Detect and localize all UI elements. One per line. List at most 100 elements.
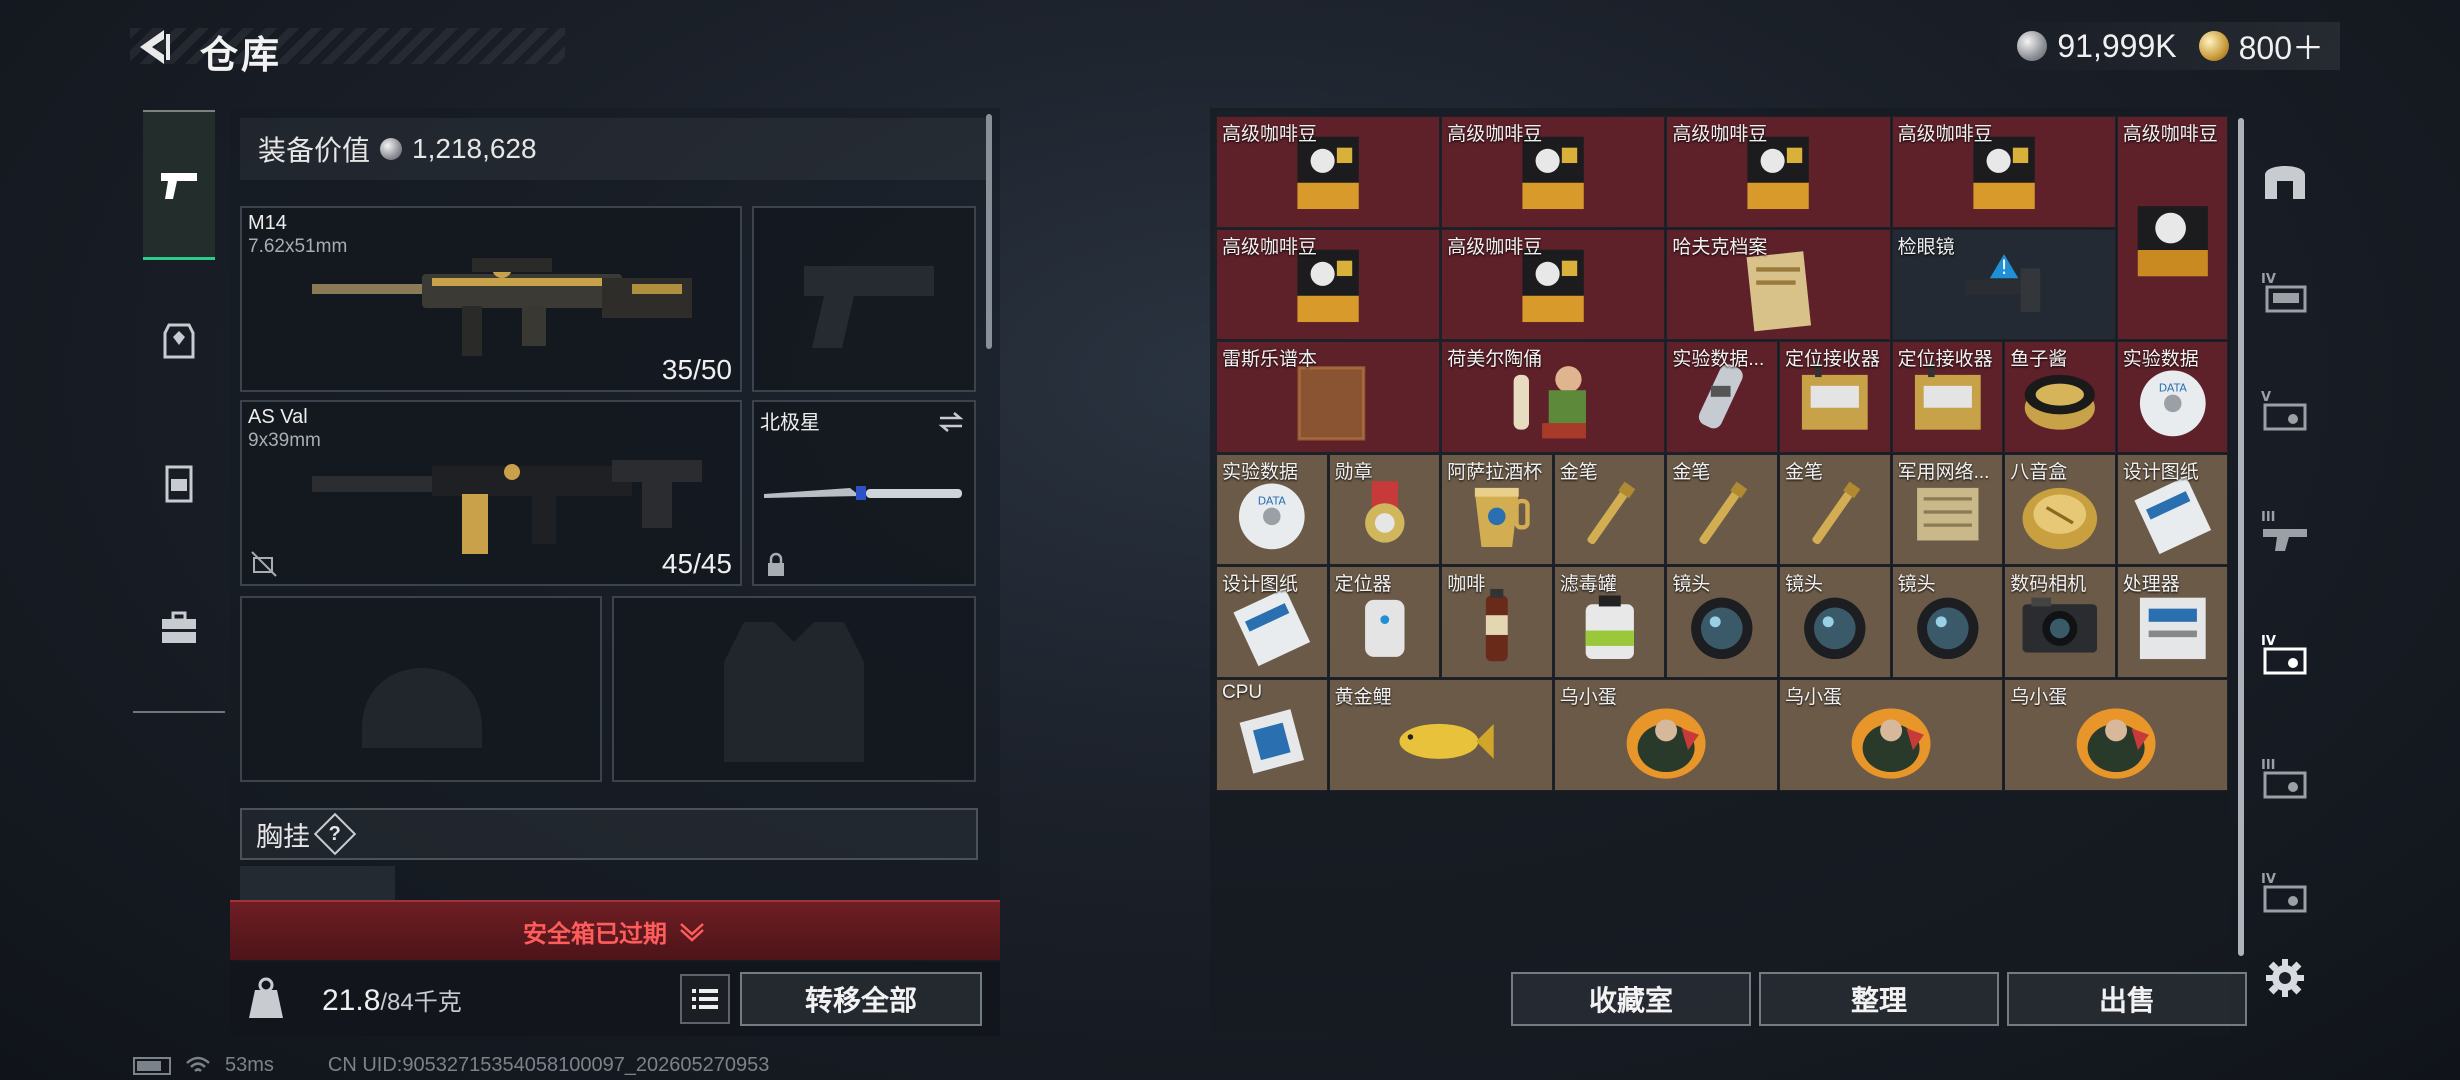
stash-item[interactable]: 金笔: [1666, 453, 1778, 566]
filter-card-iv-active[interactable]: IV: [2255, 624, 2315, 684]
stash-item[interactable]: 乌小蛋: [1553, 679, 1778, 791]
no-attachment-icon: [251, 551, 277, 577]
filter-case-iv[interactable]: IV: [2255, 262, 2315, 322]
filter-key-v[interactable]: V: [2255, 380, 2315, 440]
stash-item[interactable]: 金笔: [1553, 453, 1666, 566]
stash-item-label: CPU: [1222, 682, 1263, 703]
briefcase-icon: [162, 611, 196, 643]
gear-icon: [2266, 959, 2304, 997]
stash-item[interactable]: 雷斯乐谱本: [1216, 341, 1441, 453]
stash-item[interactable]: 镜头: [1779, 566, 1891, 678]
sidearm-slot[interactable]: [752, 206, 976, 392]
stash-item-label: 定位接收器: [1897, 349, 1993, 371]
tab-rig[interactable]: [143, 448, 215, 520]
helmet-slot[interactable]: [240, 596, 602, 782]
stash-item[interactable]: 设计图纸: [1216, 566, 1328, 678]
tab-weapons[interactable]: [143, 110, 215, 260]
stash-item[interactable]: 设计图纸: [2116, 453, 2229, 566]
stash-item[interactable]: DATA 实验数据: [1216, 453, 1328, 566]
stash-item[interactable]: 荷美尔陶俑: [1441, 341, 1666, 453]
stash-item[interactable]: 军用网络...: [1891, 453, 2004, 566]
sell-button[interactable]: 出售: [2007, 972, 2247, 1026]
stash-item[interactable]: 高级咖啡豆: [1441, 228, 1666, 341]
stash-item[interactable]: 阿萨拉酒杯: [1441, 453, 1553, 566]
weapon-ammo: 35/50: [661, 354, 732, 385]
silver-amount: 91,999K: [2057, 27, 2177, 64]
svg-text:!: !: [2000, 255, 2008, 278]
weapon-caliber: 9x39mm: [248, 430, 321, 451]
card-v-icon: V: [2261, 390, 2307, 431]
filter-weapon-iii[interactable]: III: [2255, 500, 2315, 560]
gun-iii-icon: III: [2261, 510, 2307, 551]
silver-currency[interactable]: 91,999K: [2017, 27, 2177, 65]
panel-scrollbar[interactable]: [986, 114, 992, 349]
stash-item[interactable]: 鱼子酱: [2004, 341, 2116, 453]
safe-box-expired-bar[interactable]: 安全箱已过期: [230, 900, 1000, 960]
storage-icon: [2265, 166, 2305, 199]
equipment-category-sidebar: [133, 108, 225, 713]
stash-item[interactable]: 滤毒罐: [1553, 566, 1666, 678]
stash-item[interactable]: 镜头: [1666, 566, 1778, 678]
stash-item[interactable]: 高级咖啡豆: [1441, 116, 1666, 228]
stash-scrollbar[interactable]: [2238, 118, 2244, 956]
rifle-asval-icon: [312, 460, 702, 554]
stash-item[interactable]: 哈夫克档案: [1666, 228, 1891, 341]
back-arrow-icon[interactable]: [130, 22, 180, 72]
card-iii-icon: III: [2261, 758, 2307, 799]
stash-item[interactable]: ! 检眼镜: [1891, 228, 2116, 341]
list-view-button[interactable]: [680, 974, 730, 1024]
svg-text:IV: IV: [2261, 272, 2276, 287]
stash-item-label: 数码相机: [2010, 574, 2087, 596]
tab-case[interactable]: [143, 592, 215, 664]
stash-item[interactable]: 定位接收器: [1891, 341, 2004, 453]
stash-item[interactable]: 乌小蛋: [1779, 679, 2004, 791]
stash-item[interactable]: 高级咖啡豆: [1216, 116, 1441, 228]
stash-item[interactable]: 数码相机: [2004, 566, 2116, 678]
stash-item-label: 镜头: [1672, 574, 1711, 596]
melee-slot[interactable]: 北极星: [752, 400, 976, 586]
stash-item[interactable]: 定位器: [1328, 566, 1441, 678]
filter-card-iii[interactable]: III: [2255, 748, 2315, 808]
settings-button[interactable]: [2255, 948, 2315, 1008]
coffee-bag-tall-icon: [2137, 206, 2208, 277]
stash-item-label: 八音盒: [2010, 461, 2068, 483]
stash-item[interactable]: 实验数据...: [1666, 341, 1778, 453]
secondary-weapon-slot[interactable]: AS Val 9x39mm 45/45: [240, 400, 742, 586]
stash-item[interactable]: 八音盒: [2004, 453, 2116, 566]
stash-item-label: 军用网络...: [1897, 461, 1990, 483]
filter-card-iv-b[interactable]: IV: [2255, 862, 2315, 922]
stash-item[interactable]: 高级咖啡豆: [1666, 116, 1891, 228]
collection-room-button[interactable]: 收藏室: [1511, 972, 1751, 1026]
stash-item[interactable]: 勋章: [1328, 453, 1441, 566]
organize-button[interactable]: 整理: [1759, 972, 1999, 1026]
stash-item[interactable]: 处理器: [2116, 566, 2229, 678]
stash-item[interactable]: 定位接收器: [1779, 341, 1891, 453]
help-icon[interactable]: ?: [313, 812, 357, 856]
swap-icon[interactable]: [936, 410, 966, 434]
gold-currency[interactable]: 800＋: [2198, 23, 2324, 69]
stash-item[interactable]: 高级咖啡豆: [2116, 116, 2229, 341]
stash-item[interactable]: 咖啡: [1441, 566, 1553, 678]
filter-all-storage[interactable]: [2255, 150, 2315, 210]
stash-item[interactable]: 金笔: [1779, 453, 1891, 566]
stash-item[interactable]: 高级咖啡豆: [1891, 116, 2116, 228]
stash-item[interactable]: 乌小蛋: [2004, 679, 2229, 791]
stash-item-label: 镜头: [1897, 574, 1936, 596]
primary-weapon-slot[interactable]: M14 7.62x51mm 35/50: [240, 206, 742, 392]
armor-slot[interactable]: [612, 596, 976, 782]
tab-armor[interactable]: [143, 304, 215, 376]
stash-item-label: 鱼子酱: [2010, 349, 2068, 371]
weapon-name: AS Val: [248, 406, 308, 428]
svg-text:DATA: DATA: [1258, 494, 1287, 507]
stash-item[interactable]: CPU: [1216, 679, 1328, 791]
chest-rig-slot[interactable]: [240, 866, 395, 902]
weight-icon: [245, 976, 287, 1022]
safe-box-status: 安全箱已过期: [523, 920, 667, 948]
stash-item[interactable]: 黄金鲤: [1328, 679, 1553, 791]
stash-item[interactable]: 镜头: [1891, 566, 2004, 678]
vest-icon: [165, 465, 193, 503]
stash-item[interactable]: DATA 实验数据: [2116, 341, 2229, 453]
stash-item[interactable]: 高级咖啡豆: [1216, 228, 1441, 341]
melee-name: 北极星: [760, 412, 820, 434]
transfer-all-button[interactable]: 转移全部: [740, 972, 982, 1026]
